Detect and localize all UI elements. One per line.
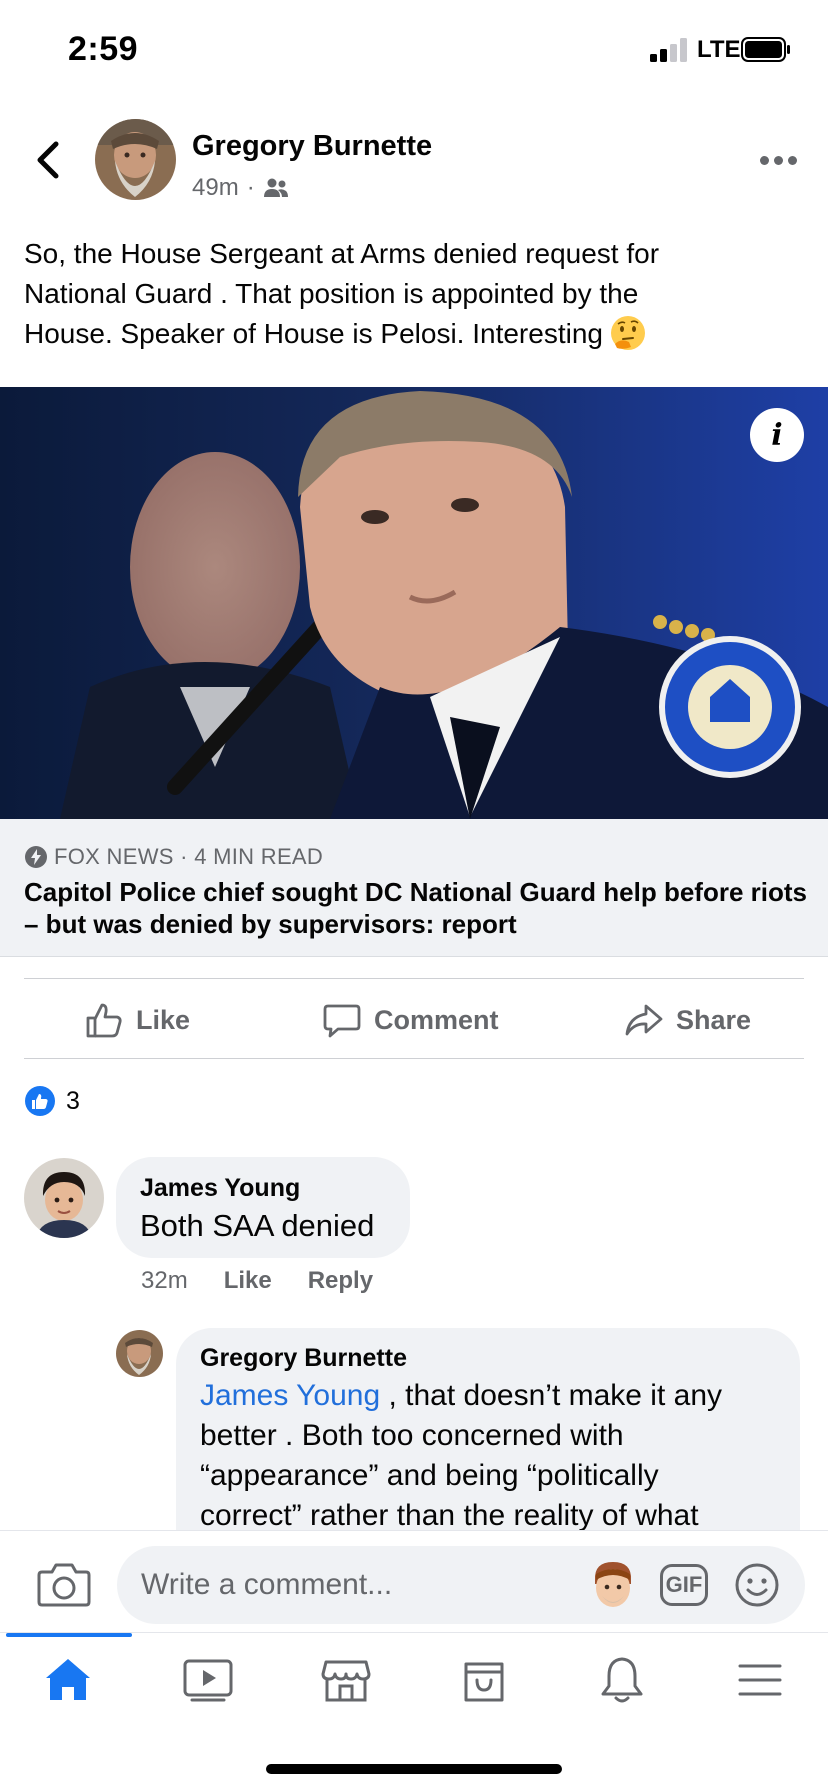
share-arrow-icon — [625, 1004, 663, 1036]
instant-article-bolt-icon — [25, 846, 47, 868]
comment-actions: 32m Like Reply — [141, 1267, 373, 1295]
divider — [24, 978, 804, 979]
post-time: 49m — [192, 174, 239, 201]
home-icon — [46, 1659, 90, 1700]
reply-text-line: better . Both too concerned with — [200, 1419, 624, 1452]
home-indicator — [266, 1764, 562, 1774]
emoji-button[interactable] — [734, 1562, 780, 1608]
comment-time: 32m — [141, 1267, 188, 1294]
commenter-avatar[interactable] — [24, 1158, 104, 1238]
notifications-icon — [601, 1657, 643, 1703]
info-button[interactable]: i — [750, 408, 804, 462]
author-name[interactable]: Gregory Burnette — [192, 130, 432, 163]
divider — [24, 1058, 804, 1059]
reply-text-line: James Young , that doesn’t make it any — [200, 1379, 723, 1412]
gif-button[interactable]: GIF — [660, 1564, 708, 1606]
comment-bubble-icon — [323, 1004, 361, 1038]
reply-author[interactable]: Gregory Burnette — [200, 1344, 407, 1373]
signal-icon — [650, 38, 687, 62]
reply-author-avatar[interactable] — [116, 1330, 163, 1377]
battery-icon — [741, 37, 790, 62]
like-thumb-icon — [86, 1003, 122, 1038]
comment-text: Both SAA denied — [140, 1208, 375, 1243]
smiley-icon — [735, 1563, 779, 1607]
reactions-summary[interactable]: 3 — [24, 1085, 80, 1117]
meta-separator: · — [246, 174, 255, 201]
link-preview-image[interactable] — [0, 387, 828, 819]
tab-menu[interactable] — [732, 1652, 788, 1708]
reaction-count: 3 — [66, 1086, 80, 1115]
menu-icon — [738, 1664, 782, 1696]
shop-icon — [464, 1662, 504, 1702]
status-time: 2:59 — [68, 30, 139, 68]
camera-button[interactable] — [36, 1560, 92, 1608]
more-options-button[interactable] — [760, 148, 800, 172]
post-text: So, the House Sergeant at Arms denied re… — [24, 234, 814, 355]
reply-mention[interactable]: James Young — [200, 1379, 380, 1412]
friends-icon — [263, 178, 288, 197]
marketplace-icon — [321, 1660, 371, 1702]
network-label: LTE — [697, 36, 741, 63]
avatar-sticker-icon — [594, 1562, 632, 1607]
post-meta: 49m · — [192, 174, 289, 202]
post-text-line: House. Speaker of House is Pelosi. Inter… — [24, 314, 814, 355]
avatar-sticker-button[interactable] — [590, 1560, 636, 1610]
link-source-label: FOX NEWS · 4 MIN READ — [54, 844, 324, 869]
like-reaction-icon — [25, 1086, 55, 1116]
chevron-left-icon — [37, 141, 59, 179]
active-tab-indicator — [6, 1633, 132, 1637]
watch-icon — [183, 1659, 233, 1702]
thinking-face-emoji — [610, 315, 645, 350]
reply-text-line: “appearance” and being “politically — [200, 1459, 659, 1492]
post-text-line: National Guard . That position is appoin… — [24, 278, 639, 309]
back-button[interactable] — [30, 138, 66, 182]
comment-reply-button[interactable]: Reply — [308, 1267, 373, 1295]
like-label: Like — [136, 1004, 191, 1035]
tab-home[interactable] — [40, 1652, 96, 1708]
comment-like-button[interactable]: Like — [224, 1267, 272, 1295]
comment-author[interactable]: James Young — [140, 1174, 300, 1203]
comment-label: Comment — [374, 1004, 499, 1035]
more-dots-icon — [760, 155, 769, 165]
comment-button[interactable]: Comment — [322, 996, 499, 1044]
tab-shop[interactable] — [456, 1652, 512, 1708]
tab-marketplace[interactable] — [318, 1652, 374, 1708]
post-text-line: So, the House Sergeant at Arms denied re… — [24, 238, 660, 269]
author-avatar[interactable] — [95, 119, 176, 200]
camera-icon — [37, 1563, 91, 1607]
status-bar: 2:59 LTE — [0, 0, 828, 100]
share-label: Share — [676, 1004, 752, 1035]
tab-watch[interactable] — [180, 1652, 236, 1708]
reply-text: James Young , that doesn’t make it any b… — [200, 1376, 800, 1536]
link-title[interactable]: Capitol Police chief sought DC National … — [24, 876, 814, 940]
share-button[interactable]: Share — [624, 996, 751, 1044]
like-button[interactable]: Like — [84, 996, 190, 1044]
link-source: FOX NEWS · 4 MIN READ — [24, 844, 323, 870]
tab-notifications[interactable] — [594, 1652, 650, 1708]
